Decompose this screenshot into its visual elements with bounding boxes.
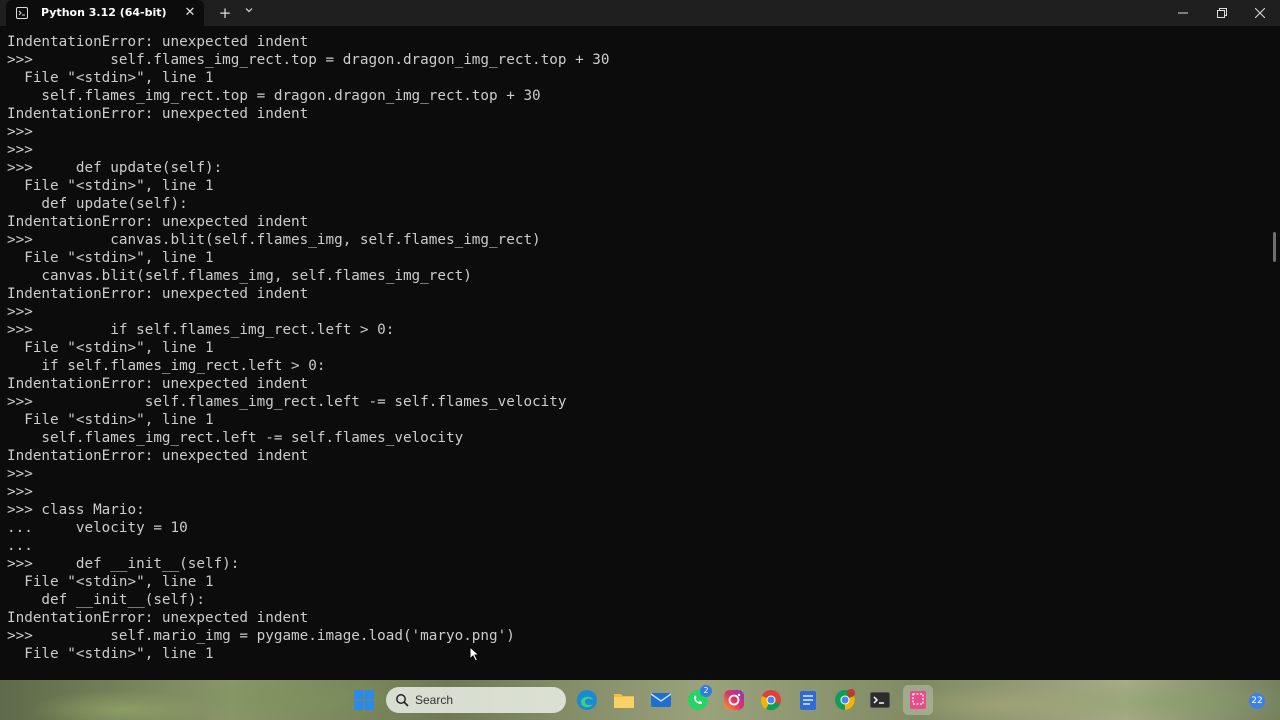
terminal-line: File "<stdin>", line 1 [7,178,214,194]
terminal-line: File "<stdin>", line 1 [7,574,214,590]
chrome-icon[interactable] [759,688,783,712]
terminal-line: IndentationError: unexpected indent [7,34,309,50]
terminal-line: >>> canvas.blit(self.flames_img, self.fl… [7,232,541,248]
notepad-icon[interactable] [796,688,820,712]
terminal-line: >>> [7,142,33,158]
terminal-line: >>> def __init__(self): [7,556,240,572]
mouse-cursor-icon [469,646,481,662]
terminal-tab-icon [16,7,28,19]
terminal-line: IndentationError: unexpected indent [7,214,309,230]
terminal-output[interactable]: IndentationError: unexpected indent >>> s… [0,26,1280,676]
tab-close-icon[interactable]: ✕ [183,6,197,20]
terminal-icon[interactable] [868,688,892,712]
start-icon[interactable] [352,688,376,712]
tab-title: Python 3.12 (64-bit) [41,6,167,19]
instagram-icon[interactable] [722,688,746,712]
taskbar-search-input[interactable]: Search [386,687,566,713]
close-window-button[interactable] [1241,0,1279,26]
tab-python[interactable]: Python 3.12 (64-bit) ✕ [6,0,204,26]
terminal-line: >>> def update(self): [7,160,223,176]
mail-badge: 2 [700,685,712,697]
terminal-line: def update(self): [7,196,188,212]
terminal-line: File "<stdin>", line 1 [7,646,214,662]
search-placeholder: Search [415,693,454,707]
tab-dropdown-icon[interactable] [241,5,257,21]
terminal-lines: IndentationError: unexpected indent >>> s… [7,33,610,663]
restore-button[interactable] [1203,0,1241,26]
terminal-line: IndentationError: unexpected indent [7,286,309,302]
terminal-line: IndentationError: unexpected indent [7,376,309,392]
edge-icon[interactable] [575,688,599,712]
terminal-line: >>> self.flames_img_rect.top = dragon.dr… [7,52,610,68]
scrollbar-thumb[interactable] [1273,232,1276,262]
terminal-line: >>> self.mario_img = pygame.image.load('… [7,628,515,644]
minimize-button[interactable] [1164,0,1202,26]
notification-count-badge[interactable]: 22 [1249,693,1265,709]
terminal-line: IndentationError: unexpected indent [7,448,309,464]
whatsapp-icon[interactable]: 2 [686,685,712,712]
taskbar: Search 2 [0,680,1280,720]
terminal-line: File "<stdin>", line 1 [7,412,214,428]
terminal-line: >>> [7,124,33,140]
terminal-line: ... [7,538,33,554]
terminal-line: File "<stdin>", line 1 [7,250,214,266]
mail-icon[interactable] [649,688,673,712]
terminal-line: >>> class Mario: [7,502,145,518]
terminal-line: self.flames_img_rect.top = dragon.dragon… [7,88,541,104]
chrome-profile-icon[interactable] [833,688,857,712]
terminal-line: canvas.blit(self.flames_img, self.flames… [7,268,472,284]
terminal-line: >>> [7,466,33,482]
terminal-line: IndentationError: unexpected indent [7,610,309,626]
terminal-line: IndentationError: unexpected indent [7,106,309,122]
title-bar: Python 3.12 (64-bit) ✕ + [0,0,1280,26]
new-tab-button[interactable]: + [217,5,233,21]
terminal-line: def __init__(self): [7,592,205,608]
search-icon [396,694,409,707]
terminal-line: >>> self.flames_img_rect.left -= self.fl… [7,394,567,410]
terminal-line: File "<stdin>", line 1 [7,70,214,86]
terminal-line: >>> [7,484,33,500]
terminal-line: File "<stdin>", line 1 [7,340,214,356]
file-explorer-icon[interactable] [612,688,636,712]
terminal-line: if self.flames_img_rect.left > 0: [7,358,326,374]
terminal-line: >>> if self.flames_img_rect.left > 0: [7,322,395,338]
terminal-line: self.flames_img_rect.left -= self.flames… [7,430,464,446]
terminal-line: >>> [7,304,33,320]
snipping-tool-icon[interactable] [903,685,933,715]
terminal-line: ... velocity = 10 [7,520,188,536]
